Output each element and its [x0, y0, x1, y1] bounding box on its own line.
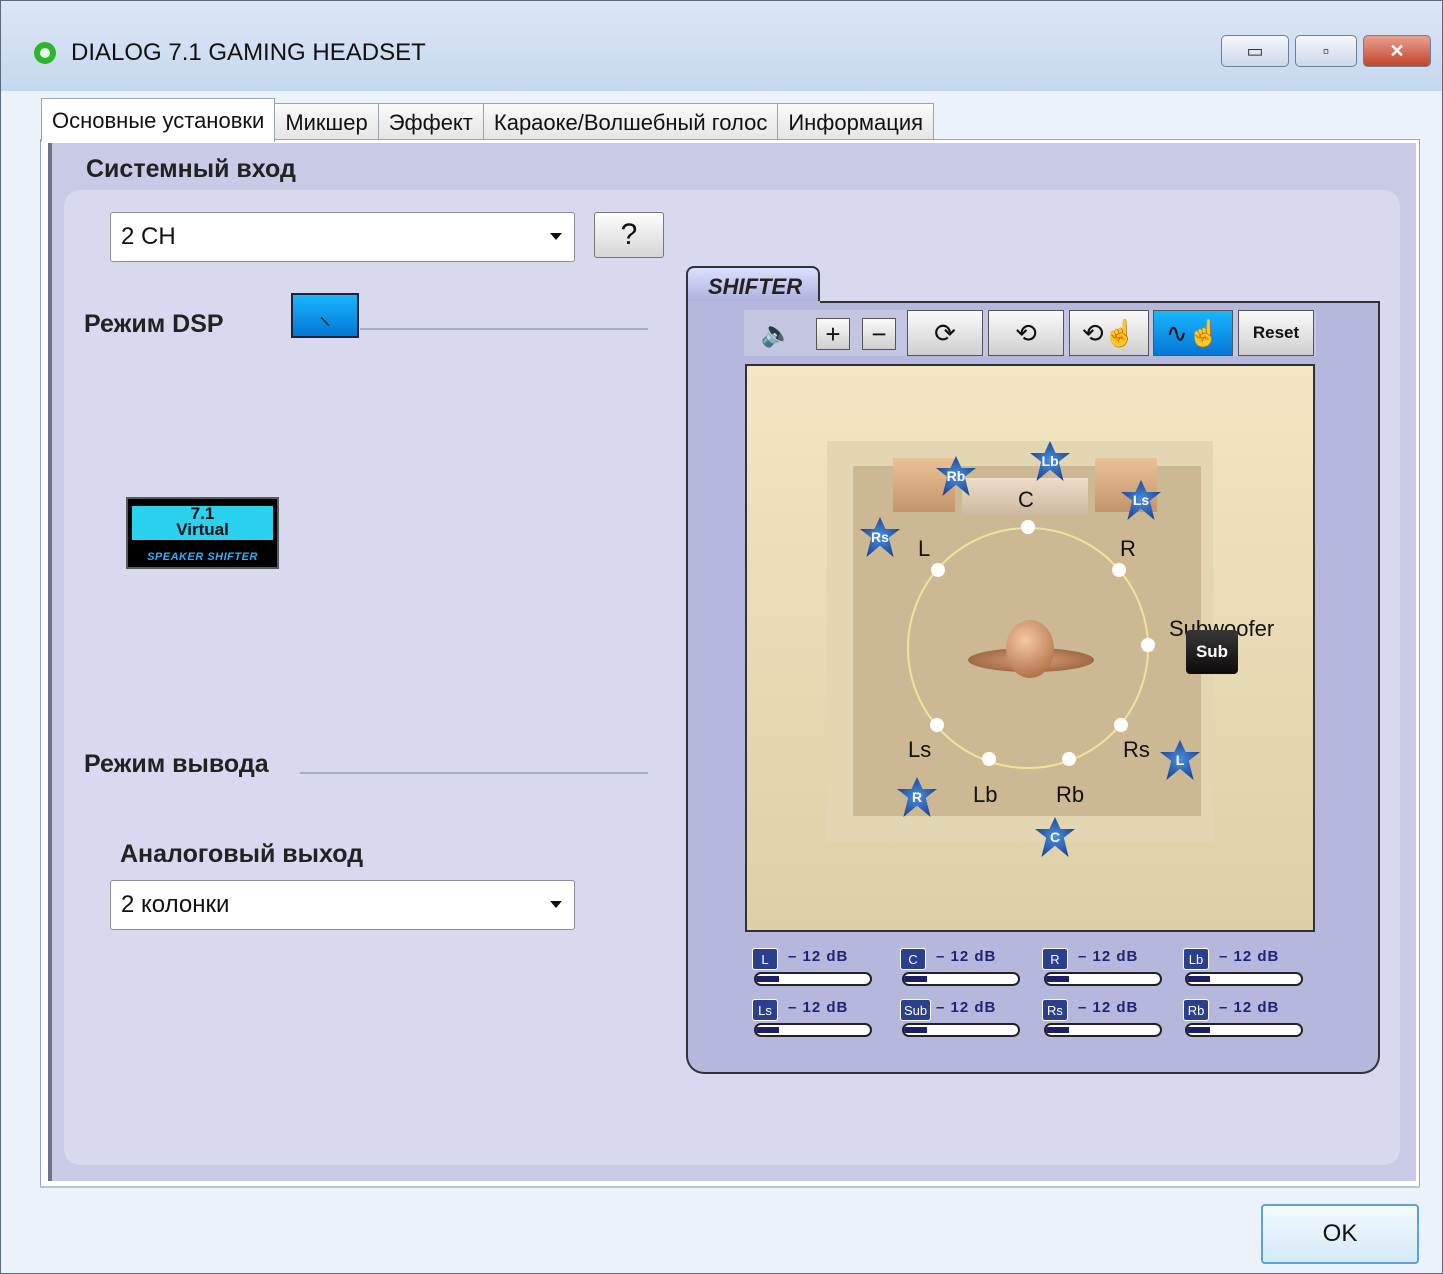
volume-fill-rb: [1187, 1027, 1210, 1033]
listener-head: [1006, 620, 1054, 678]
volume-fill-r: [1046, 976, 1069, 982]
channel-badge-l: L: [752, 948, 778, 970]
volume-slider-sub[interactable]: [902, 1023, 1020, 1037]
volume-slider-ls[interactable]: [754, 1023, 872, 1037]
position-dot-c[interactable]: [1021, 520, 1035, 534]
chevron-down-icon: [550, 901, 562, 908]
window-title: DIALOG 7.1 GAMING HEADSET: [71, 39, 426, 66]
channel-badge-lb: Lb: [1183, 948, 1209, 970]
system-input-value: 2 CH: [121, 223, 176, 250]
logo-text-top: 7.1 Virtual: [132, 505, 273, 540]
volume-slider-l[interactable]: [754, 972, 872, 986]
volume-value-ls: – 12 dB: [788, 999, 849, 1016]
label-rs: Rs: [1123, 737, 1150, 762]
tab-mixer[interactable]: Микшер: [274, 103, 379, 141]
channel-badge-rb: Rb: [1183, 999, 1209, 1021]
app-logo-icon: [34, 42, 56, 64]
analog-output-label: Аналоговый выход: [120, 840, 364, 868]
channel-badge-c: C: [900, 948, 926, 970]
logo-text-bottom: SPEAKER SHIFTER: [147, 551, 258, 563]
analog-output-value: 2 колонки: [121, 891, 230, 918]
close-button[interactable]: ✕: [1363, 35, 1431, 67]
label-l: L: [918, 536, 931, 561]
label-lb: Lb: [973, 782, 998, 807]
position-dot-subwoofer[interactable]: [1141, 638, 1155, 652]
output-mode-title: Режим вывода: [84, 750, 269, 778]
volume-r: R – 12 dB: [1042, 948, 1192, 998]
speaker-volume-icon[interactable]: 🔈: [752, 310, 802, 356]
channel-badge-r: R: [1042, 948, 1068, 970]
plus-button[interactable]: +: [816, 318, 850, 350]
label-c: C: [1018, 487, 1034, 512]
channel-badge-ls: Ls: [752, 999, 778, 1021]
shifter-tab[interactable]: SHIFTER: [686, 266, 820, 304]
volume-rb: Rb – 12 dB: [1183, 999, 1333, 1049]
volume-slider-c[interactable]: [902, 972, 1020, 986]
volume-c: C – 12 dB: [900, 948, 1050, 998]
volume-value-c: – 12 dB: [936, 948, 997, 965]
volume-value-l: – 12 dB: [788, 948, 849, 965]
tab-information[interactable]: Информация: [777, 103, 935, 141]
manual-rotate-icon[interactable]: ⟲☝: [1069, 310, 1149, 356]
tab-bar: Основные установки Микшер Эффект Караоке…: [41, 98, 935, 142]
rotate-clockwise-icon[interactable]: ⟳: [907, 310, 983, 356]
output-divider: [300, 772, 648, 774]
rotate-counterclockwise-icon[interactable]: ⟲: [988, 310, 1064, 356]
tab-karaoke[interactable]: Караоке/Волшебный голос: [482, 103, 779, 141]
volume-value-lb: – 12 dB: [1219, 948, 1280, 965]
position-dot-l[interactable]: [931, 563, 945, 577]
volume-slider-rs[interactable]: [1044, 1023, 1162, 1037]
volume-fill-lb: [1187, 976, 1210, 982]
volume-fill-rs: [1046, 1027, 1069, 1033]
virtual-speaker-shifter-logo[interactable]: 7.1 Virtual SPEAKER SHIFTER: [126, 497, 279, 569]
label-rb: Rb: [1056, 782, 1085, 807]
dsp-toggle-button[interactable]: ⸜: [291, 293, 359, 338]
volume-fill-c: [904, 976, 927, 982]
title-bar: DIALOG 7.1 GAMING HEADSET ▭ ▫ ✕: [1, 1, 1442, 91]
volume-fill-l: [756, 976, 779, 982]
volume-slider-lb[interactable]: [1185, 972, 1303, 986]
channel-badge-sub: Sub: [900, 999, 932, 1021]
wave-hand-icon[interactable]: ∿☝: [1153, 310, 1233, 356]
volume-value-rb: – 12 dB: [1219, 999, 1280, 1016]
system-input-title: Системный вход: [86, 155, 296, 183]
help-button[interactable]: ?: [594, 212, 664, 258]
tab-effect[interactable]: Эффект: [377, 103, 484, 141]
footer-divider: [40, 1186, 1420, 1188]
system-input-select[interactable]: 2 CH: [110, 212, 575, 262]
position-dot-rb[interactable]: [1062, 752, 1076, 766]
speaker-sub-icon[interactable]: Sub: [1186, 630, 1238, 674]
volume-fill-ls: [756, 1027, 779, 1033]
hammer-icon: ⸜: [319, 303, 331, 330]
volume-sub: Sub – 12 dB: [900, 999, 1050, 1049]
position-dot-lb[interactable]: [982, 752, 996, 766]
reset-button[interactable]: Reset: [1238, 310, 1314, 356]
volume-value-rs: – 12 dB: [1078, 999, 1139, 1016]
volume-l: L – 12 dB: [752, 948, 902, 998]
channel-badge-rs: Rs: [1042, 999, 1068, 1021]
label-ls: Ls: [908, 737, 932, 762]
volume-fill-sub: [904, 1027, 927, 1033]
volume-rs: Rs – 12 dB: [1042, 999, 1192, 1049]
volume-value-sub: – 12 dB: [936, 999, 997, 1016]
analog-output-select[interactable]: 2 колонки: [110, 880, 575, 930]
volume-lb: Lb – 12 dB: [1183, 948, 1333, 998]
volume-slider-r[interactable]: [1044, 972, 1162, 986]
dsp-mode-title: Режим DSP: [84, 310, 224, 338]
position-dot-ls[interactable]: [930, 718, 944, 732]
volume-value-r: – 12 dB: [1078, 948, 1139, 965]
position-dot-rs[interactable]: [1114, 718, 1128, 732]
minus-button[interactable]: −: [862, 318, 896, 350]
volume-ls: Ls – 12 dB: [752, 999, 902, 1049]
maximize-button[interactable]: ▫: [1295, 35, 1357, 67]
dsp-divider: [360, 328, 648, 330]
tab-basic-settings[interactable]: Основные установки: [41, 98, 276, 142]
ok-button[interactable]: OK: [1261, 1204, 1419, 1264]
minimize-button[interactable]: ▭: [1221, 35, 1289, 67]
volume-slider-rb[interactable]: [1185, 1023, 1303, 1037]
position-dot-r[interactable]: [1112, 563, 1126, 577]
chevron-down-icon: [550, 233, 562, 240]
label-r: R: [1120, 536, 1136, 561]
